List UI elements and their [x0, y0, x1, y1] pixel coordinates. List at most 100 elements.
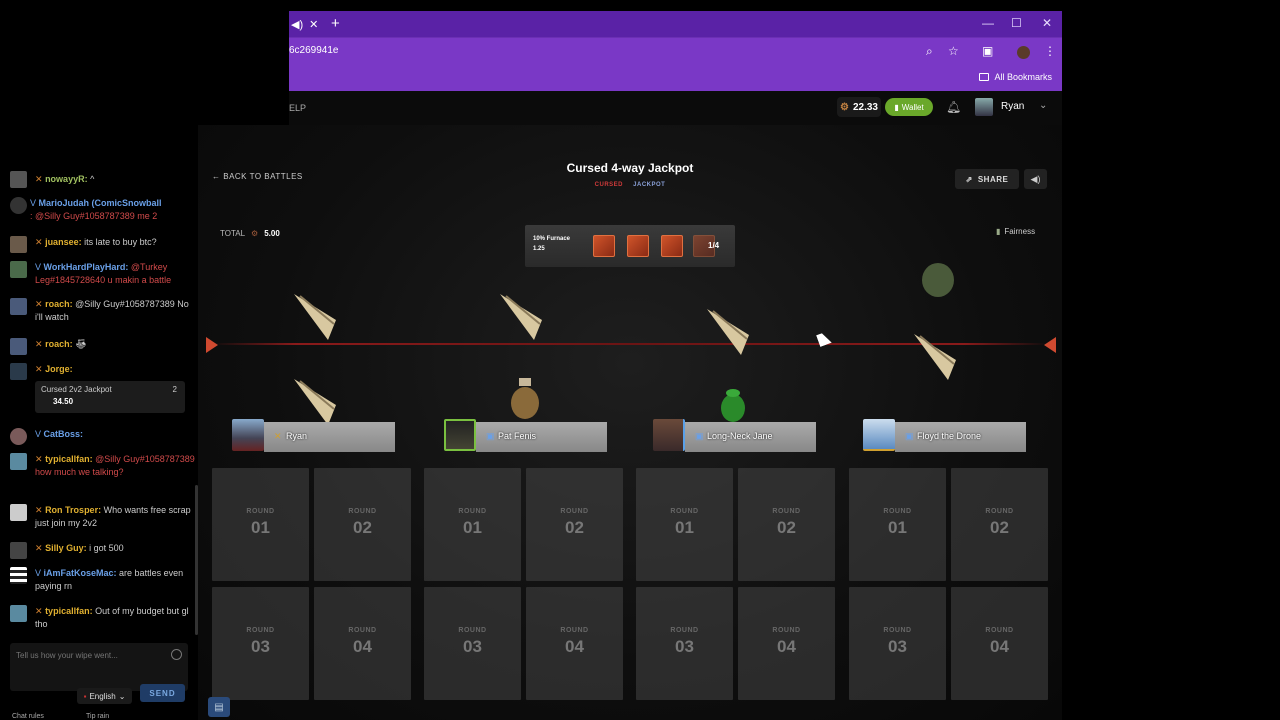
round-number: 04	[353, 637, 372, 656]
player-name: Floyd the Drone	[917, 431, 982, 441]
close-window-icon[interactable]: ✕	[1042, 16, 1052, 30]
zoom-icon[interactable]: ⌕	[926, 44, 933, 59]
sound-toggle[interactable]: ◀)	[1024, 169, 1047, 189]
avatar	[10, 363, 27, 380]
battle-tags: CURSED JACKPOT	[198, 182, 1062, 188]
help-link[interactable]: ELP	[289, 103, 306, 113]
chat-input[interactable]	[16, 651, 166, 660]
chat-username[interactable]: iAmFatKoseMac:	[44, 568, 117, 578]
rank-icon: ✕	[35, 237, 43, 247]
chat-username[interactable]: Ron Trosper:	[45, 505, 101, 515]
rank-icon: ✕	[35, 174, 43, 184]
round-slot: ROUND 04	[951, 587, 1048, 700]
fairness-link[interactable]: ▮ Fairness	[996, 227, 1035, 236]
close-tab-icon[interactable]: ✕	[309, 18, 318, 31]
bell-icon[interactable]: 🔔︎	[946, 100, 961, 114]
wallet-button[interactable]: ▮ Wallet	[885, 98, 933, 116]
chat-username[interactable]: roach:	[45, 299, 73, 309]
speaker-icon[interactable]: ◀)	[291, 18, 303, 31]
round-slot: ROUND 04	[526, 587, 623, 700]
round-label: ROUND	[560, 508, 589, 515]
browser-window: ◀) ✕ + — ☐ ✕ 6c269941e ⌕ ☆ ▣ ⋮ All Bookm…	[289, 11, 1062, 91]
tag-cursed: CURSED	[594, 182, 623, 188]
send-button[interactable]: SEND	[140, 684, 185, 702]
round-label: ROUND	[246, 627, 275, 634]
total-value: 5.00	[264, 229, 280, 238]
player-card[interactable]: ▣ Floyd the Drone	[863, 419, 1027, 453]
rank-icon: ✕	[35, 505, 43, 515]
round-label: ROUND	[458, 508, 487, 515]
chat-username[interactable]: MarioJudah (ComicSnowball	[39, 198, 162, 208]
chat-username[interactable]: CatBoss:	[44, 429, 84, 439]
emoji-icon[interactable]	[171, 649, 182, 660]
furnace-label: 10% Furnace	[533, 236, 571, 242]
chat-panel: ✕ nowayyR: ^ V MarioJudah (ComicSnowball…	[0, 165, 198, 720]
cast-icon[interactable]: ▣	[982, 44, 993, 58]
profile-avatar-icon[interactable]	[1017, 46, 1030, 59]
username[interactable]: Ryan	[1001, 101, 1024, 112]
all-bookmarks-label: All Bookmarks	[994, 72, 1052, 82]
round-label: ROUND	[772, 627, 801, 634]
address-bar[interactable]: 6c269941e ⌕ ☆ ▣ ⋮	[289, 38, 1062, 66]
share-icon: ⇗	[965, 174, 973, 184]
round-label: ROUND	[670, 627, 699, 634]
chat-username[interactable]: typicallfan:	[45, 606, 93, 616]
player-card[interactable]: ▣ Pat Fenis	[444, 419, 608, 453]
avatar	[10, 338, 27, 355]
player-bar	[476, 422, 607, 452]
star-icon[interactable]: ☆	[948, 44, 959, 58]
crate-icon	[627, 235, 649, 257]
language-select[interactable]: ▪ English ⌄	[77, 688, 132, 704]
sack-item-icon	[511, 378, 539, 419]
round-number: 03	[675, 637, 694, 656]
chat-username[interactable]: Silly Guy:	[45, 543, 87, 553]
share-button[interactable]: ⇗ SHARE	[955, 169, 1019, 189]
claw-item-icon	[294, 294, 336, 340]
furnace-value: 1.25	[533, 246, 545, 252]
claw-item-icon	[707, 309, 749, 355]
round-label: ROUND	[883, 508, 912, 515]
avatar[interactable]	[975, 98, 993, 116]
chat-username[interactable]: roach:	[45, 339, 73, 349]
claw-item-icon	[914, 334, 956, 380]
menu-dots-icon[interactable]: ⋮	[1044, 44, 1056, 58]
new-tab-button[interactable]: +	[331, 15, 340, 32]
browser-tab[interactable]: ◀) ✕	[289, 11, 325, 37]
chevron-down-icon[interactable]: ⌄	[1039, 100, 1047, 111]
minimize-icon[interactable]: —	[982, 16, 994, 30]
total-label: TOTAL	[220, 229, 246, 238]
player-card[interactable]: ▣ Long-Neck Jane	[653, 419, 817, 453]
round-number: 02	[353, 518, 372, 537]
round-number: 03	[888, 637, 907, 656]
chat-username[interactable]: WorkHardPlayHard:	[44, 262, 129, 272]
all-bookmarks[interactable]: All Bookmarks	[979, 72, 1052, 82]
round-number: 04	[777, 637, 796, 656]
rank-icon: ✕	[35, 299, 43, 309]
avatar	[232, 419, 264, 451]
chat-username[interactable]: nowayyR:	[45, 174, 88, 184]
url-text[interactable]: 6c269941e	[289, 45, 339, 56]
chat-username[interactable]: Jorge:	[45, 364, 73, 374]
shared-battle-card[interactable]: Cursed 2v2 Jackpot 2 34.50	[35, 381, 185, 413]
chat-toggle-button[interactable]: ▤	[208, 697, 230, 717]
bot-icon: ▣	[905, 431, 914, 441]
shield-icon: ▮	[996, 227, 1001, 236]
wallet-icon: ▮	[894, 102, 899, 112]
crate-icon	[661, 235, 683, 257]
round-progress: 1/4	[708, 241, 720, 250]
round-label: ROUND	[772, 508, 801, 515]
rank-icon: ✕	[35, 606, 43, 616]
maximize-icon[interactable]: ☐	[1011, 16, 1022, 30]
chat-bubble-icon: ▤	[214, 701, 224, 713]
tip-rain-link[interactable]: Tip rain	[86, 713, 109, 720]
avatar	[10, 504, 27, 521]
avatar	[863, 419, 895, 451]
round-label: ROUND	[985, 627, 1014, 634]
player-card[interactable]: ✕ Ryan	[232, 419, 396, 453]
round-number: 04	[990, 637, 1009, 656]
player-name: Pat Fenis	[498, 431, 537, 441]
chat-username[interactable]: juansee:	[45, 237, 82, 247]
round-number: 01	[463, 518, 482, 537]
chat-rules-link[interactable]: Chat rules	[12, 713, 44, 720]
chat-username[interactable]: typicallfan:	[45, 454, 93, 464]
